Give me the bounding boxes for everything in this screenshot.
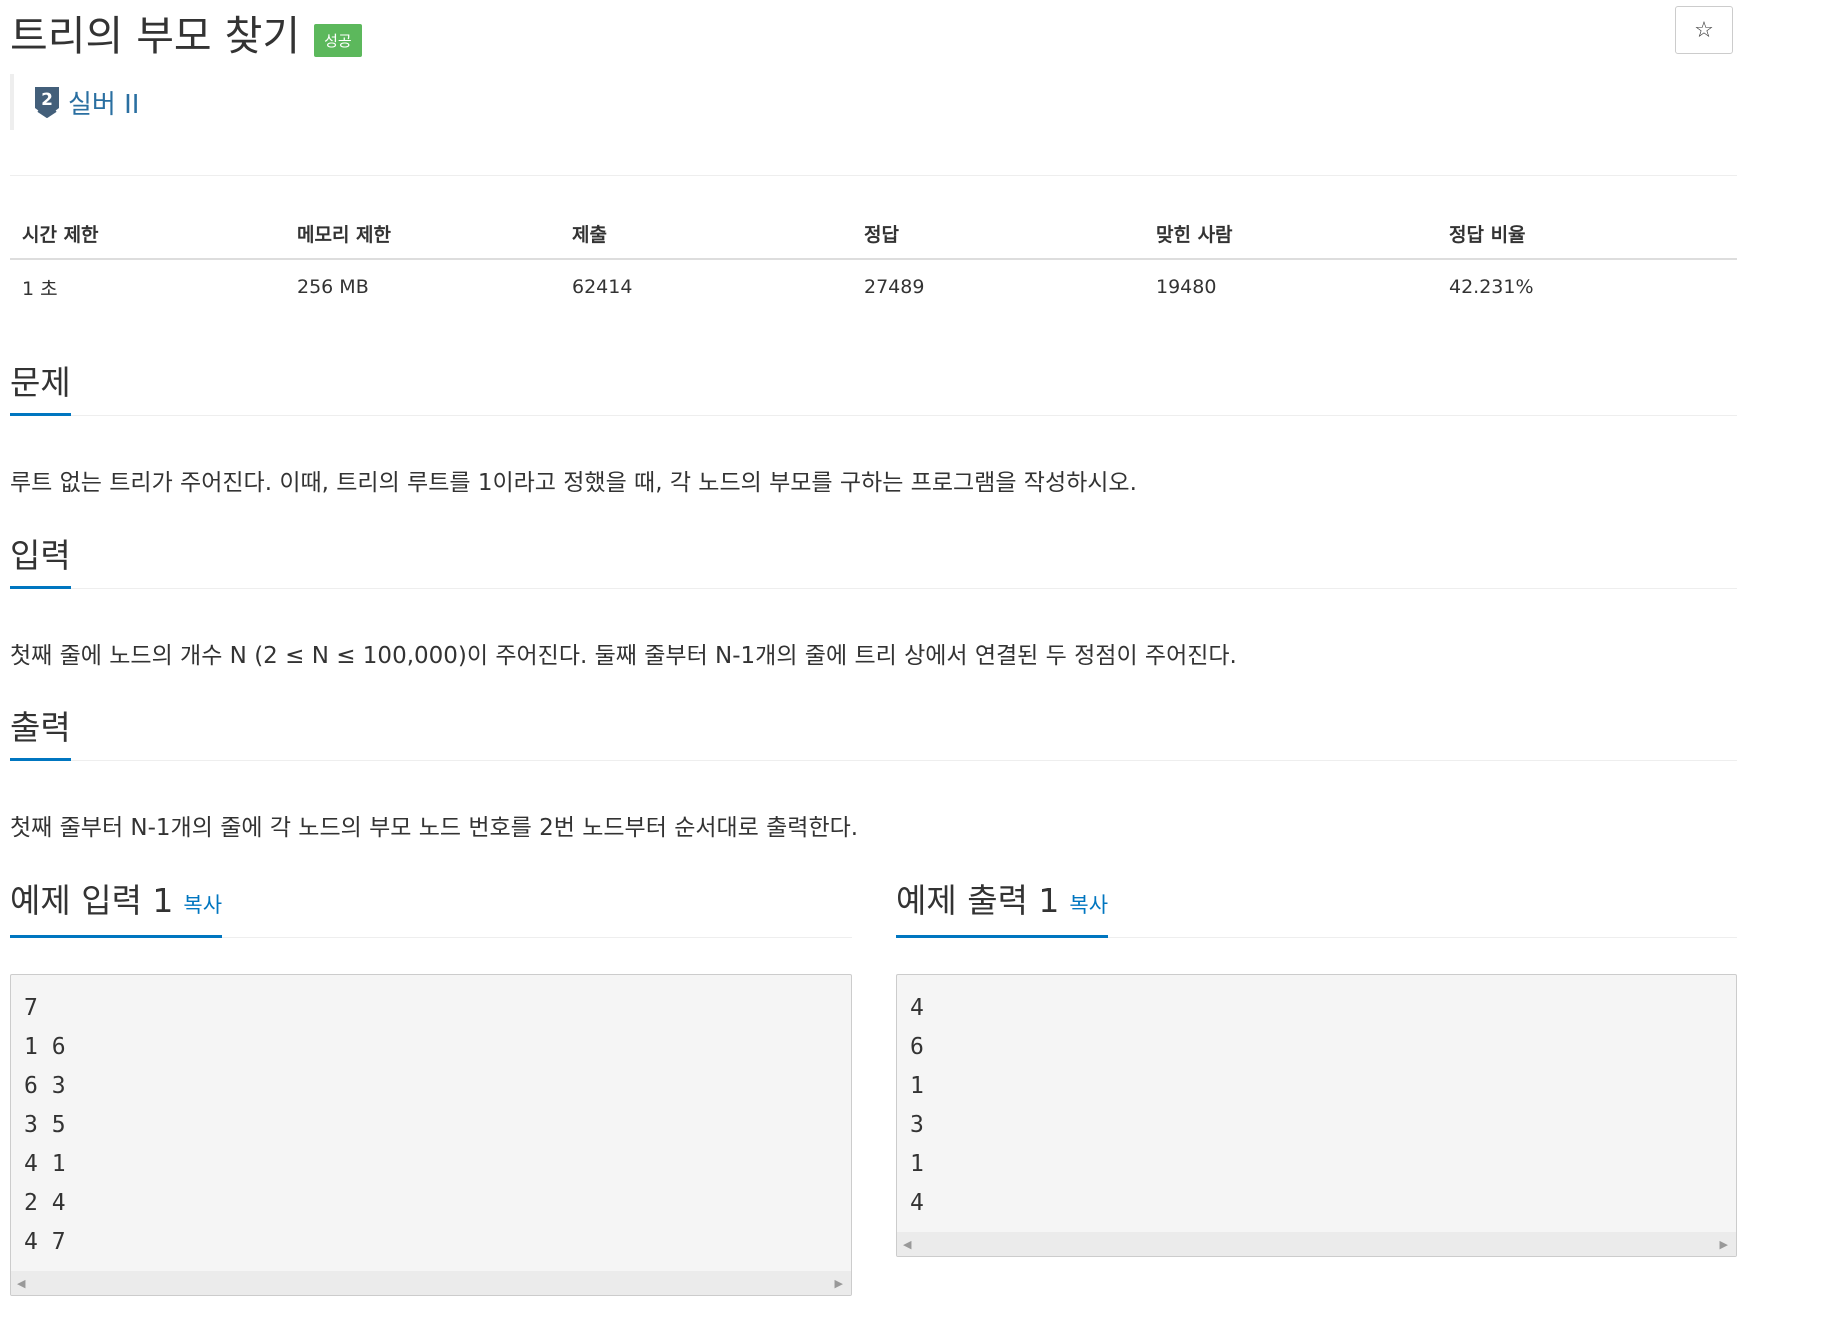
shield-2-icon: 2 — [35, 87, 59, 118]
output-heading: 출력 — [10, 708, 71, 761]
scroll-left-icon[interactable]: ◀ — [903, 1238, 911, 1251]
sample-input-content: 7 1 6 6 3 3 5 4 1 2 4 4 7 — [24, 995, 66, 1255]
sample-output-content: 4 6 1 3 1 4 — [910, 995, 924, 1216]
sample-output-box[interactable]: 4 6 1 3 1 4 ◀ ▶ — [896, 974, 1737, 1257]
favorite-star-button[interactable]: ☆ — [1675, 6, 1733, 54]
input-text: 첫째 줄에 노드의 개수 N (2 ≤ N ≤ 100,000)이 주어진다. … — [10, 643, 1237, 669]
header-memory-limit: 메모리 제한 — [297, 223, 392, 246]
value-time-limit: 1 초 — [22, 277, 58, 300]
value-submissions: 62414 — [572, 276, 633, 298]
sample-output-heading: 예제 출력 1 복사 — [896, 881, 1109, 938]
divider — [10, 175, 1737, 176]
problem-title: 트리의 부모 찾기 — [10, 12, 301, 60]
info-table-header: 시간 제한 메모리 제한 제출 정답 맞힌 사람 정답 비율 — [10, 208, 1737, 260]
info-table-row: 1 초 256 MB 62414 27489 19480 42.231% — [10, 260, 1737, 314]
value-memory-limit: 256 MB — [297, 276, 369, 298]
header-accept-ratio: 정답 비율 — [1449, 223, 1526, 246]
tier-link[interactable]: 실버 II — [68, 84, 139, 121]
description-section-heading: 문제 — [10, 357, 1737, 416]
sample-output-heading-row: 예제 출력 1 복사 — [896, 879, 1737, 938]
scroll-left-icon[interactable]: ◀ — [17, 1277, 25, 1290]
title-row: 트리의 부모 찾기 성공 — [10, 4, 362, 60]
header-solved-users: 맞힌 사람 — [1156, 223, 1233, 246]
input-section-heading: 입력 — [10, 530, 1737, 589]
header-submissions: 제출 — [572, 223, 607, 246]
description-heading: 문제 — [10, 363, 71, 416]
input-heading: 입력 — [10, 536, 71, 589]
sample-input-title: 예제 입력 1 — [10, 881, 174, 920]
copy-sample-input-button[interactable]: 복사 — [183, 893, 222, 917]
sample-input-scrollbar[interactable]: ◀ ▶ — [11, 1271, 851, 1295]
header-accepted: 정답 — [864, 223, 899, 246]
sample-input-heading-row: 예제 입력 1 복사 — [10, 879, 852, 938]
sample-input-heading: 예제 입력 1 복사 — [10, 881, 223, 938]
scroll-right-icon[interactable]: ▶ — [1720, 1238, 1728, 1251]
sample-output-title: 예제 출력 1 — [896, 881, 1060, 920]
result-badge: 성공 — [314, 23, 362, 57]
output-text: 첫째 줄부터 N-1개의 줄에 각 노드의 부모 노드 번호를 2번 노드부터 … — [10, 815, 859, 841]
star-outline-icon: ☆ — [1694, 17, 1714, 43]
scroll-right-icon[interactable]: ▶ — [835, 1277, 843, 1290]
tier-block: 2 실버 II — [10, 74, 139, 130]
value-accept-ratio: 42.231% — [1449, 276, 1534, 298]
output-section-heading: 출력 — [10, 702, 1737, 761]
problem-info-table: 시간 제한 메모리 제한 제출 정답 맞힌 사람 정답 비율 1 초 256 M… — [10, 208, 1737, 314]
svg-text:2: 2 — [41, 90, 53, 110]
description-text: 루트 없는 트리가 주어진다. 이때, 트리의 루트를 1이라고 정했을 때, … — [10, 470, 1137, 496]
sample-input-box[interactable]: 7 1 6 6 3 3 5 4 1 2 4 4 7 ◀ ▶ — [10, 974, 852, 1296]
header-time-limit: 시간 제한 — [22, 223, 99, 246]
value-accepted: 27489 — [864, 276, 925, 298]
value-solved-users: 19480 — [1156, 276, 1217, 298]
sample-output-scrollbar[interactable]: ◀ ▶ — [897, 1232, 1736, 1256]
copy-sample-output-button[interactable]: 복사 — [1069, 893, 1108, 917]
